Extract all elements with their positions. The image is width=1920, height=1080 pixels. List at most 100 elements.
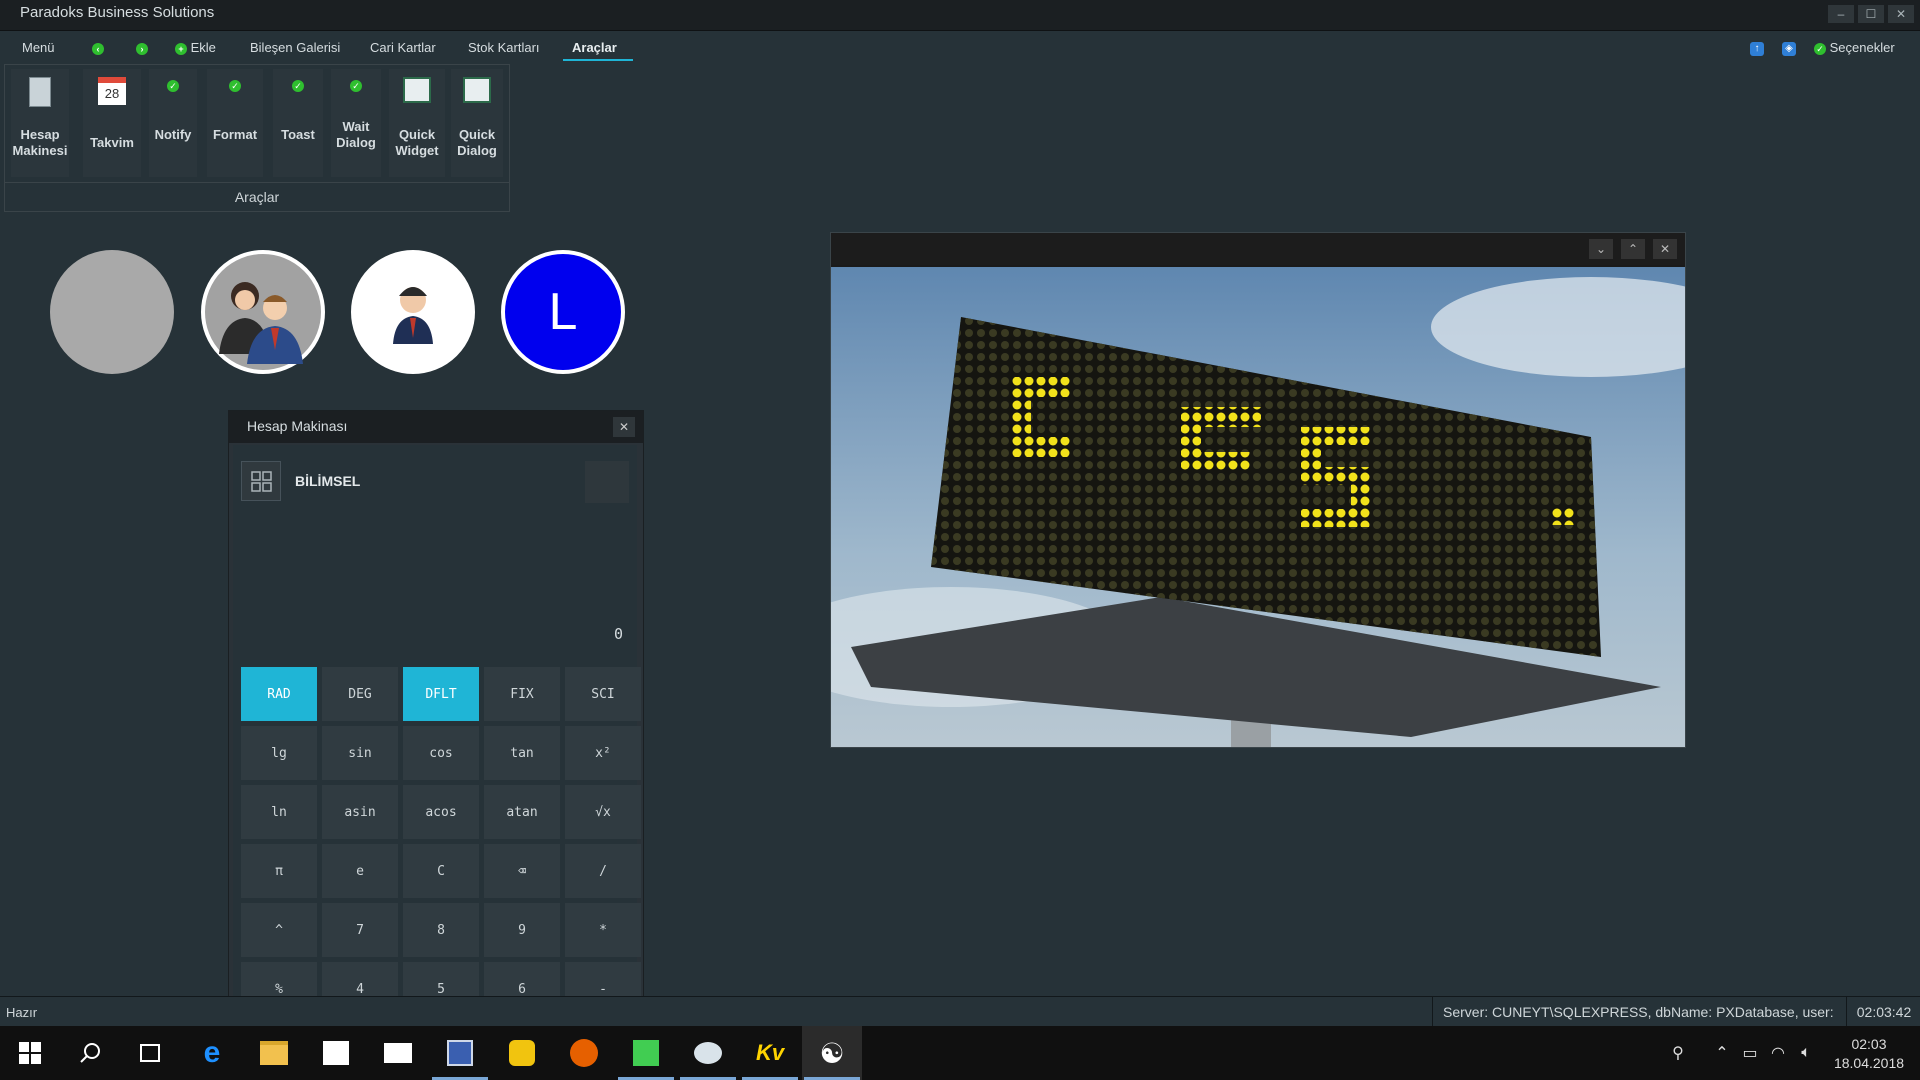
taskbar-edge[interactable]: e [182,1026,242,1080]
calc-key[interactable]: asin [322,785,398,839]
taskbar-save-app[interactable] [430,1026,490,1080]
calc-key[interactable]: DEG [322,667,398,721]
folder-icon [260,1041,288,1065]
avatar-users-group[interactable] [201,250,325,374]
task-view-button[interactable] [120,1026,180,1080]
expand-button[interactable]: ⌃ [1621,239,1645,259]
qt-icon [633,1040,659,1066]
calc-key[interactable]: atan [484,785,560,839]
list-icon [403,77,431,103]
collapse-button[interactable]: ⌄ [1589,239,1613,259]
taskbar-mail[interactable] [368,1026,428,1080]
close-button[interactable]: ✕ [1888,5,1914,23]
security-button[interactable]: ◈ [1782,40,1796,56]
volume-button[interactable]: 🔈︎ [1792,1026,1820,1080]
avatar-empty[interactable] [50,250,174,374]
ribbon-calculator-button[interactable]: Hesap Makinesi [11,69,69,177]
battery-icon: ▭ [1742,1045,1758,1062]
options-button[interactable]: ✓ Seçenekler [1814,40,1895,55]
title-bar: Paradoks Business Solutions – ☐ ✕ [0,0,1920,31]
ribbon-wait-dialog-button[interactable]: ✓ Wait Dialog [331,69,381,177]
status-clock: 02:03:42 [1846,997,1920,1027]
network-button[interactable]: ◠ [1764,1026,1792,1080]
taskbar-firefox[interactable] [554,1026,614,1080]
forward-button[interactable]: › [136,40,148,55]
yin-yang-icon: ☯ [819,1037,845,1069]
calc-key[interactable]: ln [241,785,317,839]
app-title: Paradoks Business Solutions [20,4,215,21]
taskbar-paradoks[interactable]: ☯ [802,1026,862,1080]
calc-key[interactable]: 8 [403,903,479,957]
taskbar-store[interactable] [306,1026,366,1080]
mode-menu-button[interactable] [241,461,281,501]
taskbar-app-yellow[interactable] [492,1026,552,1080]
taskbar-paint[interactable] [678,1026,738,1080]
taskbar-explorer[interactable] [244,1026,304,1080]
people-button[interactable]: ⚲ [1660,1026,1696,1080]
ribbon-calendar-button[interactable]: 28 Takvim [83,69,141,177]
maximize-button[interactable]: ☐ [1858,5,1884,23]
tray-overflow-button[interactable]: ⌃ [1708,1026,1736,1080]
ribbon-quick-dialog-button[interactable]: Quick Dialog [451,69,503,177]
floppy-icon [447,1040,473,1066]
calc-key[interactable]: x² [565,726,641,780]
calc-key[interactable]: sin [322,726,398,780]
ribbon-notify-button[interactable]: ✓ Notify [149,69,197,177]
taskbar-qt[interactable] [616,1026,676,1080]
image-close-button[interactable]: ✕ [1653,239,1677,259]
start-button[interactable] [0,1026,60,1080]
ribbon-toast-button[interactable]: ✓ Toast [273,69,323,177]
app-yellow-icon [509,1040,535,1066]
calc-key[interactable]: ⌫ [484,844,560,898]
calculator-close-button[interactable]: ✕ [613,417,635,437]
ribbon-quick-widget-button[interactable]: Quick Widget [389,69,445,177]
tab-araclar[interactable]: Araçlar [572,40,617,55]
avatar-user[interactable] [351,250,475,374]
grid-icon [251,471,272,492]
battery-button[interactable]: ▭ [1736,1026,1764,1080]
calc-key[interactable]: / [565,844,641,898]
calc-key[interactable]: RAD [241,667,317,721]
menu-button[interactable]: Menü [22,40,55,55]
mode-dropdown-button[interactable] [585,461,629,503]
ribbon-button-label: Quick Widget [395,127,439,158]
tab-bilesen-galerisi[interactable]: Bileşen Galerisi [250,40,340,55]
calculator-keypad: RAD DEG DFLT FIX SCI lg sin cos tan x² ln asin acos a… [241,667,641,1016]
calc-key[interactable]: * [565,903,641,957]
upload-button[interactable]: ↑ [1750,40,1764,56]
tab-stok-kartlari[interactable]: Stok Kartları [468,40,540,55]
calc-key[interactable]: FIX [484,667,560,721]
calc-key[interactable]: acos [403,785,479,839]
ribbon-format-button[interactable]: ✓ Format [207,69,263,177]
back-button[interactable]: ‹ [92,40,104,55]
plus-icon: + [175,42,187,55]
add-label: Ekle [190,40,216,55]
calc-key[interactable]: lg [241,726,317,780]
status-bar: Hazır Server: CUNEYT\SQLEXPRESS, dbName:… [0,996,1920,1027]
add-button[interactable]: + Ekle [175,40,216,55]
server-info: Server: CUNEYT\SQLEXPRESS, dbName: PXDat… [1432,997,1844,1027]
ribbon-button-label: Notify [154,127,192,142]
calc-key[interactable]: √x [565,785,641,839]
calc-key[interactable]: 7 [322,903,398,957]
calc-key[interactable]: e [322,844,398,898]
options-label: Seçenekler [1829,40,1895,55]
calc-key[interactable]: DFLT [403,667,479,721]
minimize-button[interactable]: – [1828,5,1854,23]
calc-key[interactable]: SCI [565,667,641,721]
calc-key[interactable]: cos [403,726,479,780]
avatar-letter[interactable]: L [501,250,625,374]
calc-key[interactable]: π [241,844,317,898]
calc-key[interactable]: tan [484,726,560,780]
image-viewer-titlebar[interactable]: ⌄ ⌃ ✕ [831,233,1685,265]
calc-key[interactable]: ^ [241,903,317,957]
calc-key[interactable]: C [403,844,479,898]
taskbar-kivy[interactable]: Kv [740,1026,800,1080]
tab-cari-kartlar[interactable]: Cari Kartlar [370,40,436,55]
shield-icon: ◈ [1782,41,1796,56]
taskbar-clock[interactable]: 02:03 18.04.2018 [1828,1035,1910,1073]
calculator-titlebar[interactable]: Hesap Makinası ✕ [229,411,643,443]
search-button[interactable] [60,1026,120,1080]
ribbon-button-label: Hesap Makinesi [12,127,68,158]
calc-key[interactable]: 9 [484,903,560,957]
